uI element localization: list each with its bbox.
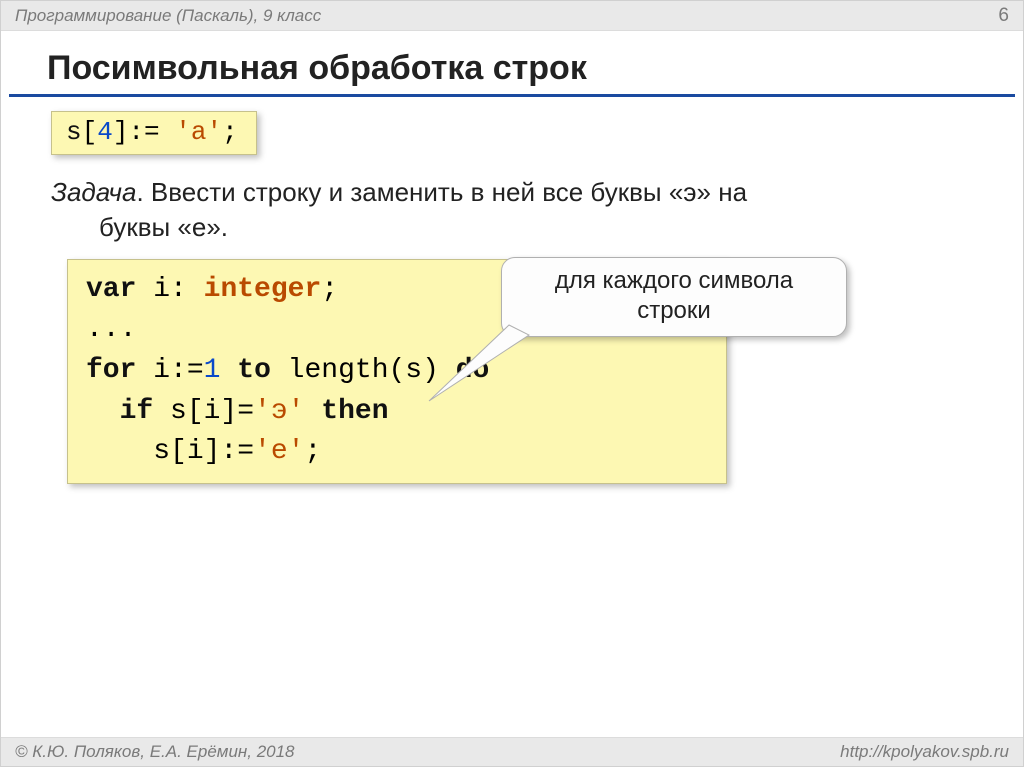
callout-line2: строки bbox=[637, 297, 711, 324]
header-left: Программирование (Паскаль), 9 класс bbox=[15, 6, 321, 26]
task-label: Задача bbox=[51, 177, 136, 207]
task-line1: Ввести строку и заменить в ней все буквы… bbox=[151, 177, 747, 207]
page-number: 6 bbox=[998, 5, 1009, 27]
footer-copyright: © К.Ю. Поляков, Е.А. Ерёмин, 2018 bbox=[15, 742, 295, 762]
task-line2: буквы «е». bbox=[51, 212, 228, 242]
code-text: ; bbox=[321, 274, 338, 305]
code-quote: ' bbox=[254, 436, 271, 467]
code-text: s[i]= bbox=[153, 396, 254, 427]
code-quote: ' bbox=[254, 396, 271, 427]
code-string: а bbox=[191, 117, 207, 147]
code-text bbox=[86, 396, 120, 427]
footer-url: http://kpolyakov.spb.ru bbox=[840, 742, 1009, 762]
code-keyword-to: to bbox=[237, 355, 271, 386]
code-text: ; bbox=[222, 117, 238, 147]
code-quote: ' bbox=[175, 117, 191, 147]
code-text bbox=[304, 396, 321, 427]
code-text: ... bbox=[86, 314, 136, 345]
callout-line1: для каждого символа bbox=[555, 267, 793, 294]
code-quote: ' bbox=[206, 117, 222, 147]
code-string: э bbox=[271, 396, 288, 427]
code-text: s[i]:= bbox=[86, 436, 254, 467]
code-snippet-assignment: s[4]:= 'а'; bbox=[51, 111, 257, 155]
code-text: i:= bbox=[136, 355, 203, 386]
code-text: ]:= bbox=[113, 117, 175, 147]
code-keyword-for: for bbox=[86, 355, 136, 386]
code-text: [ bbox=[82, 117, 98, 147]
code-keyword-then: then bbox=[321, 396, 388, 427]
code-text: ; bbox=[304, 436, 321, 467]
code-text: i: bbox=[136, 274, 203, 305]
task-description: Задача. Ввести строку и заменить в ней в… bbox=[51, 175, 983, 245]
code-string: е bbox=[271, 436, 288, 467]
slide-content: s[4]:= 'а'; Задача. Ввести строку и заме… bbox=[1, 111, 1023, 484]
footer-bar: © К.Ю. Поляков, Е.А. Ерёмин, 2018 http:/… bbox=[1, 737, 1023, 766]
code-keyword-if: if bbox=[120, 396, 154, 427]
callout-bubble: для каждого символа строки bbox=[501, 257, 847, 337]
code-text: length(s) bbox=[271, 355, 456, 386]
code-quote: ' bbox=[288, 436, 305, 467]
code-text: s bbox=[66, 117, 82, 147]
code-quote: ' bbox=[288, 396, 305, 427]
code-type-integer: integer bbox=[204, 274, 322, 305]
code-number: 4 bbox=[97, 117, 113, 147]
header-bar: Программирование (Паскаль), 9 класс 6 bbox=[1, 1, 1023, 31]
code-text bbox=[220, 355, 237, 386]
code-keyword-var: var bbox=[86, 274, 136, 305]
task-dot: . bbox=[136, 177, 150, 207]
code-number: 1 bbox=[204, 355, 221, 386]
slide-title: Посимвольная обработка строк bbox=[9, 31, 1015, 97]
